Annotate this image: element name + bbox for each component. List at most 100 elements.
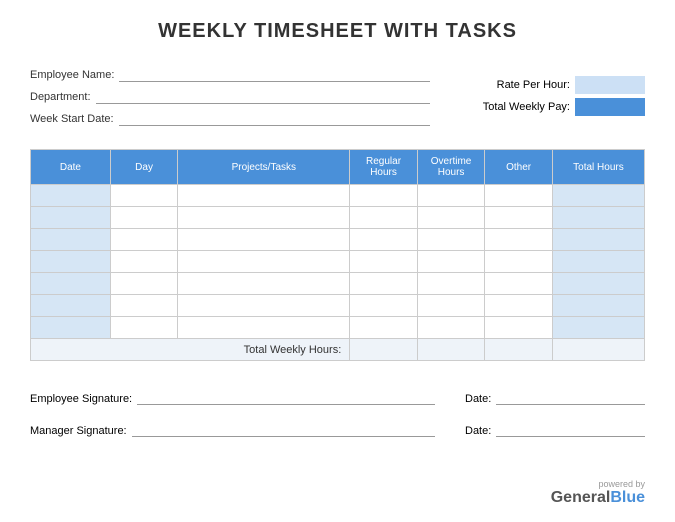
total-weekly-pay-label: Total Weekly Pay:	[470, 101, 570, 113]
total-weekly-pay-field: Total Weekly Pay:	[470, 98, 645, 116]
header-total: Total Hours	[552, 150, 644, 185]
powered-by-label: powered by	[551, 479, 645, 489]
cell-regular[interactable]	[350, 251, 418, 273]
manager-date-label: Date:	[465, 425, 491, 437]
cell-total	[552, 251, 644, 273]
cell-other[interactable]	[485, 207, 553, 229]
cell-day[interactable]	[110, 273, 178, 295]
cell-regular[interactable]	[350, 229, 418, 251]
cell-date[interactable]	[31, 229, 111, 251]
cell-tasks[interactable]	[178, 251, 350, 273]
right-field-group: Rate Per Hour: Total Weekly Pay:	[470, 68, 645, 134]
table-total-row: Total Weekly Hours:	[31, 339, 645, 361]
table-header-row: Date Day Projects/Tasks Regular Hours Ov…	[31, 150, 645, 185]
week-start-input[interactable]	[119, 112, 430, 126]
cell-overtime[interactable]	[417, 295, 485, 317]
table-body: Total Weekly Hours:	[31, 185, 645, 361]
cell-overtime[interactable]	[417, 185, 485, 207]
table-row	[31, 207, 645, 229]
table-row	[31, 251, 645, 273]
cell-regular[interactable]	[350, 207, 418, 229]
week-start-label: Week Start Date:	[30, 113, 114, 125]
cell-overtime[interactable]	[417, 317, 485, 339]
header-date: Date	[31, 150, 111, 185]
header-day: Day	[110, 150, 178, 185]
total-other	[485, 339, 553, 361]
cell-date[interactable]	[31, 251, 111, 273]
cell-date[interactable]	[31, 185, 111, 207]
cell-other[interactable]	[485, 273, 553, 295]
total-weekly-pay-box	[575, 98, 645, 116]
rate-per-hour-field: Rate Per Hour:	[470, 76, 645, 94]
employee-date-label: Date:	[465, 393, 491, 405]
cell-day[interactable]	[110, 229, 178, 251]
cell-other[interactable]	[485, 317, 553, 339]
cell-overtime[interactable]	[417, 207, 485, 229]
total-overtime	[417, 339, 485, 361]
cell-date[interactable]	[31, 207, 111, 229]
total-hours	[552, 339, 644, 361]
department-field: Department:	[30, 90, 430, 104]
cell-total	[552, 295, 644, 317]
signature-section: Employee Signature: Date: Manager Signat…	[30, 391, 645, 437]
cell-other[interactable]	[485, 251, 553, 273]
manager-signature-input[interactable]	[132, 423, 435, 437]
cell-regular[interactable]	[350, 273, 418, 295]
employee-signature-input[interactable]	[137, 391, 435, 405]
cell-date[interactable]	[31, 317, 111, 339]
department-input[interactable]	[96, 90, 430, 104]
cell-total	[552, 273, 644, 295]
cell-other[interactable]	[485, 185, 553, 207]
department-label: Department:	[30, 91, 91, 103]
cell-tasks[interactable]	[178, 317, 350, 339]
employee-name-input[interactable]	[119, 68, 430, 82]
cell-day[interactable]	[110, 207, 178, 229]
cell-regular[interactable]	[350, 295, 418, 317]
manager-date-input[interactable]	[496, 423, 645, 437]
cell-total	[552, 229, 644, 251]
employee-name-field: Employee Name:	[30, 68, 430, 82]
rate-per-hour-label: Rate Per Hour:	[470, 79, 570, 91]
header-overtime: Overtime Hours	[417, 150, 485, 185]
cell-tasks[interactable]	[178, 295, 350, 317]
cell-total	[552, 317, 644, 339]
cell-regular[interactable]	[350, 185, 418, 207]
header-tasks: Projects/Tasks	[178, 150, 350, 185]
table-row	[31, 317, 645, 339]
employee-date-input[interactable]	[496, 391, 645, 405]
employee-signature-label: Employee Signature:	[30, 393, 132, 405]
header-other: Other	[485, 150, 553, 185]
cell-tasks[interactable]	[178, 229, 350, 251]
cell-other[interactable]	[485, 295, 553, 317]
cell-overtime[interactable]	[417, 273, 485, 295]
table-row	[31, 273, 645, 295]
cell-date[interactable]	[31, 273, 111, 295]
brand-logo: GeneralBlue	[551, 489, 645, 507]
week-start-field: Week Start Date:	[30, 112, 430, 126]
cell-day[interactable]	[110, 251, 178, 273]
cell-overtime[interactable]	[417, 251, 485, 273]
header-fields: Employee Name: Department: Week Start Da…	[30, 68, 645, 134]
cell-day[interactable]	[110, 185, 178, 207]
left-field-group: Employee Name: Department: Week Start Da…	[30, 68, 430, 134]
brand-first: General	[551, 489, 611, 506]
cell-day[interactable]	[110, 317, 178, 339]
rate-per-hour-box[interactable]	[575, 76, 645, 94]
employee-name-label: Employee Name:	[30, 69, 114, 81]
table-row	[31, 295, 645, 317]
cell-day[interactable]	[110, 295, 178, 317]
cell-tasks[interactable]	[178, 207, 350, 229]
cell-other[interactable]	[485, 229, 553, 251]
header-regular: Regular Hours	[350, 150, 418, 185]
brand-second: Blue	[610, 489, 645, 506]
manager-signature-label: Manager Signature:	[30, 425, 127, 437]
cell-date[interactable]	[31, 295, 111, 317]
total-weekly-hours-label: Total Weekly Hours:	[31, 339, 350, 361]
total-regular	[350, 339, 418, 361]
cell-regular[interactable]	[350, 317, 418, 339]
table-row	[31, 229, 645, 251]
table-row	[31, 185, 645, 207]
cell-tasks[interactable]	[178, 273, 350, 295]
cell-tasks[interactable]	[178, 185, 350, 207]
cell-overtime[interactable]	[417, 229, 485, 251]
